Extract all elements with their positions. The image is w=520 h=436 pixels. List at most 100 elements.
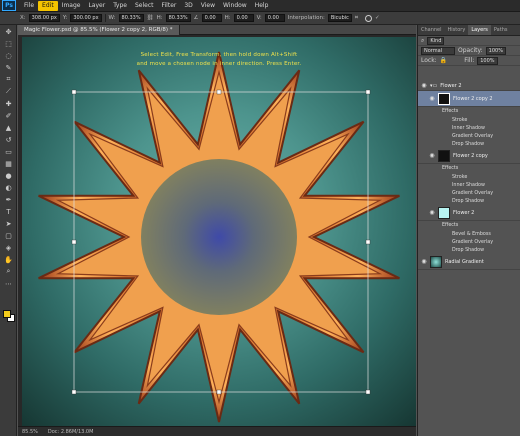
effect-inner-shadow[interactable]: Inner Shadow [418,181,520,189]
layer-row[interactable]: ◉ Flower 2 [418,205,520,221]
blend-mode-select[interactable]: Normal [421,46,455,55]
angle-field[interactable]: 0.00 [201,14,222,22]
more-tools-icon[interactable]: ⋯ [2,278,15,289]
foreground-color-swatch[interactable] [3,310,11,318]
zoom-level[interactable]: 85.5% [22,429,38,435]
vskew-field[interactable]: 0.00 [264,14,285,22]
separator [104,14,106,22]
history-brush-icon[interactable]: ↺ [2,134,15,145]
x-field[interactable]: 308.00 px [28,14,60,22]
eraser-tool-icon[interactable]: ▭ [2,146,15,157]
menu-type[interactable]: Type [109,1,131,11]
menu-3d[interactable]: 3D [180,1,196,11]
menu-image[interactable]: Image [58,1,85,11]
move-tool-icon[interactable]: ✥ [2,26,15,37]
width-field[interactable]: 80.33% [118,14,144,22]
menu-edit[interactable]: Edit [38,0,58,11]
eyedropper-tool-icon[interactable]: ⟋ [2,86,15,97]
commit-transform-icon[interactable]: ✓ [375,15,380,21]
effect-bevel-emboss[interactable]: Bevel & Emboss [418,230,520,238]
link-icon[interactable]: ⛓ [147,15,154,21]
document-tab[interactable]: Magic Flower.psd @ 85.5% (Flower 2 copy … [18,24,180,35]
kind-filter[interactable]: Kind [427,36,445,45]
tab-channel[interactable]: Channel [418,25,445,35]
fill-label: Fill: [464,57,475,64]
effects-label: Effects [442,109,459,114]
layer-group-row[interactable]: ◉ ▾▭ Flower 2 [418,81,520,91]
quick-select-tool-icon[interactable]: ✎ [2,62,15,73]
effects-row[interactable]: Effects [418,107,520,116]
layer-row[interactable]: ◉ Radial Gradient [418,254,520,270]
type-tool-icon[interactable]: T [2,206,15,217]
layer-name: Flower 2 copy [453,152,488,159]
y-field[interactable]: 300.00 px [70,14,102,22]
visibility-eye-icon[interactable]: ◉ [428,152,436,160]
menu-view[interactable]: View [197,1,219,11]
effect-gradient-overlay[interactable]: Gradient Overlay [418,189,520,197]
brush-tool-icon[interactable]: ✐ [2,110,15,121]
visibility-eye-icon[interactable]: ◉ [428,209,436,217]
visibility-eye-icon[interactable]: ◉ [420,82,428,90]
tools-panel: ✥ ⬚ ◌ ✎ ⌗ ⟋ ✚ ✐ ▲ ↺ ▭ ▦ ● ◐ ✒ T ➤ ▢ ◈ ✋ … [0,25,17,436]
ps-logo: Ps [2,0,16,11]
search-icon: ⌕ [421,36,425,44]
document-window: Magic Flower.psd @ 85.5% (Flower 2 copy … [18,24,416,436]
interpolation-label: Interpolation: [287,15,325,21]
zoom-tool-icon[interactable]: ⌕ [2,266,15,277]
lock-icon[interactable]: 🔒 [440,57,447,64]
lasso-tool-icon[interactable]: ◌ [2,50,15,61]
hskew-field[interactable]: 0.00 [233,14,254,22]
height-field[interactable]: 80.33% [165,14,191,22]
layer-thumbnail [438,92,450,105]
cancel-transform-icon[interactable] [365,14,373,22]
crop-tool-icon[interactable]: ⌗ [2,74,15,85]
marquee-tool-icon[interactable]: ⬚ [2,38,15,49]
effect-stroke[interactable]: Stroke [418,116,520,124]
tab-layers[interactable]: Layers [468,25,491,35]
path-select-tool-icon[interactable]: ➤ [2,218,15,229]
folder-icon: ▾▭ [430,82,438,89]
effect-drop-shadow[interactable]: Drop Shadow [418,246,520,254]
layer-row[interactable]: ◉ Flower 2 copy 2 [418,91,520,107]
opacity-field[interactable]: 100% [485,46,506,55]
3d-tool-icon[interactable]: ◈ [2,242,15,253]
menu-select[interactable]: Select [131,1,158,11]
stamp-tool-icon[interactable]: ▲ [2,122,15,133]
lock-label: Lock: [421,57,437,64]
menu-file[interactable]: File [20,1,38,11]
tab-paths[interactable]: Paths [491,25,511,35]
group-name: Flower 2 [440,82,462,89]
shape-tool-icon[interactable]: ▢ [2,230,15,241]
rotate-icon: ∠ [193,15,199,21]
gradient-tool-icon[interactable]: ▦ [2,158,15,169]
interpolation-select[interactable]: Bicubic [327,14,352,22]
options-bar: X: 308.00 px Y: 300.00 px W: 80.33% ⛓ H:… [0,12,520,25]
tab-history[interactable]: History [445,25,469,35]
effect-gradient-overlay[interactable]: Gradient Overlay [418,132,520,140]
menu-layer[interactable]: Layer [84,1,109,11]
canvas[interactable]: Select Edit, Free Transform, then hold d… [22,37,416,427]
menu-filter[interactable]: Filter [158,1,181,11]
blur-tool-icon[interactable]: ● [2,170,15,181]
menu-help[interactable]: Help [251,1,273,11]
fill-field[interactable]: 100% [477,56,498,65]
visibility-eye-icon[interactable]: ◉ [420,258,428,266]
effect-inner-shadow[interactable]: Inner Shadow [418,124,520,132]
effect-drop-shadow[interactable]: Drop Shadow [418,140,520,148]
effect-drop-shadow[interactable]: Drop Shadow [418,197,520,205]
menu-window[interactable]: Window [219,1,251,11]
vskew-label: V: [256,15,262,21]
document-size: Doc: 2.86M/13.0M [47,428,94,435]
visibility-eye-icon[interactable]: ◉ [428,95,436,103]
effect-stroke[interactable]: Stroke [418,173,520,181]
effects-row[interactable]: Effects [418,164,520,173]
effect-gradient-overlay[interactable]: Gradient Overlay [418,238,520,246]
pen-tool-icon[interactable]: ✒ [2,194,15,205]
y-label: Y: [62,15,68,21]
dodge-tool-icon[interactable]: ◐ [2,182,15,193]
warp-icon[interactable]: ⌗ [355,15,358,22]
layer-row[interactable]: ◉ Flower 2 copy [418,148,520,164]
hand-tool-icon[interactable]: ✋ [2,254,15,265]
healing-tool-icon[interactable]: ✚ [2,98,15,109]
effects-row[interactable]: Effects [418,221,520,230]
